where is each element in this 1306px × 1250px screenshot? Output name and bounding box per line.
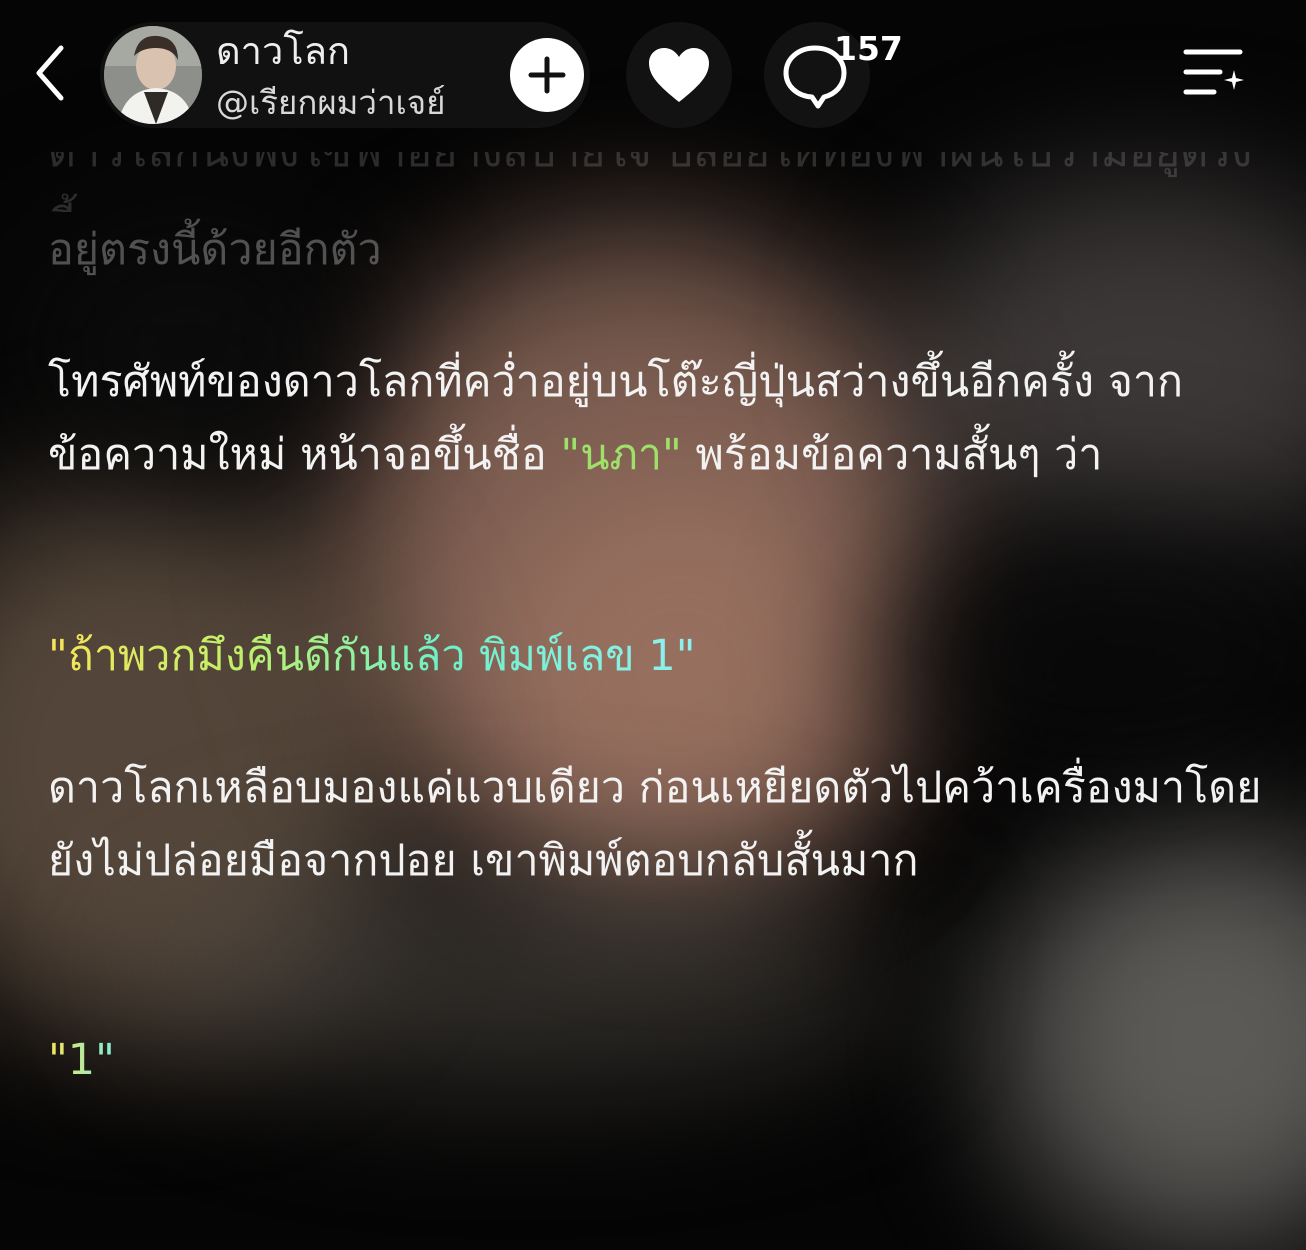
story-paragraph-2: ดาวโลกเหลือบมองแค่แวบเดียว ก่อนเหยียดตัว…	[48, 763, 1262, 886]
avatar[interactable]	[104, 26, 202, 124]
faded-paragraph-line: อยู่ตรงนี้ด้วยอีกตัว	[48, 225, 382, 275]
plus-icon	[528, 56, 566, 94]
story-quote-2: "1"	[48, 1035, 115, 1085]
top-bar: ดาวโลก @เรียกผมว่าเจย์ 157	[0, 0, 1306, 150]
follow-button[interactable]	[510, 38, 584, 112]
heart-icon	[649, 48, 709, 102]
author-handle[interactable]: @เรียกผมว่าเจย์	[216, 82, 445, 124]
faded-cut-line: ดาวโลกนั่งพิงโซฟาอย่างสบายใจ ปล่อยให้ท้อ…	[48, 152, 1253, 212]
author-name[interactable]: ดาวโลก	[216, 28, 350, 74]
story-paragraph-1: โทรศัพท์ของดาวโลกที่คว่ำอยู่บนโต๊ะญี่ปุ่…	[48, 357, 1184, 480]
highlighted-name: "นภา"	[560, 430, 682, 480]
like-button[interactable]	[626, 22, 732, 128]
list-menu-icon[interactable]	[1180, 44, 1246, 104]
comment-count: 157	[834, 29, 903, 68]
back-button[interactable]	[22, 40, 78, 106]
story-quote-1: "ถ้าพวกมึงคืนดีกันแล้ว พิมพ์เลข 1"	[48, 631, 696, 681]
back-arrow-icon	[36, 45, 64, 101]
